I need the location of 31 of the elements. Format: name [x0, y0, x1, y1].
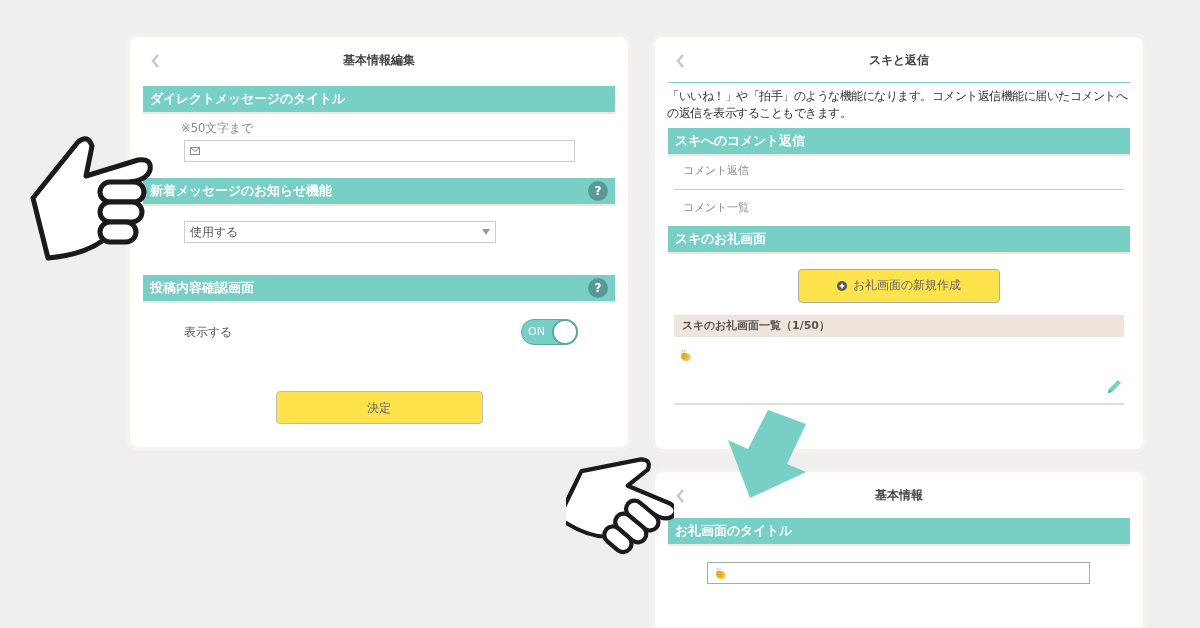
clapping-hands-icon [679, 349, 691, 361]
envelope-icon [190, 147, 200, 155]
plus-icon [837, 281, 847, 291]
screen-title: 基本情報 [875, 487, 923, 504]
section-header: 投稿内容確認画面 ? [143, 275, 615, 301]
screen-title: スキと返信 [869, 51, 929, 69]
list-heading: スキのお礼画面一覧（1/50） [674, 315, 1124, 337]
help-button[interactable]: ? [588, 278, 608, 298]
section-header: スキのお礼画面 [668, 226, 1130, 252]
back-icon[interactable] [676, 54, 685, 68]
description-text: 「いいね！」や「拍手」のような機能になります。コメント返信機能に届いたコメントへの返信を表示することもできます。 [667, 88, 1129, 122]
menu-link[interactable]: コメント返信 [674, 154, 1124, 190]
section-header: スキへのコメント返信 [668, 128, 1130, 154]
back-icon[interactable] [151, 54, 160, 68]
toggle-label: 表示する [184, 324, 232, 341]
create-button[interactable]: お礼画面の新規作成 [798, 269, 1000, 303]
select-dropdown[interactable]: 使用する [184, 221, 496, 243]
submit-button[interactable]: 決定 [275, 391, 483, 424]
text-input[interactable] [707, 562, 1090, 584]
section-header: 新着メッセージのお知らせ機能 ? [143, 178, 615, 204]
clapping-hands-icon [714, 567, 726, 579]
section-header: ダイレクトメッセージのタイトル [143, 86, 615, 112]
screen-title: 基本情報編集 [343, 52, 415, 69]
dropdown-caret-icon [482, 229, 490, 235]
pencil-icon[interactable] [1106, 379, 1122, 395]
menu-link[interactable]: コメント一覧 [674, 190, 1124, 226]
section-header: お礼画面のタイトル [668, 518, 1130, 544]
text-input[interactable] [184, 140, 575, 162]
back-icon[interactable] [676, 489, 685, 503]
hint-text: ※50文字まで [181, 121, 255, 135]
help-button[interactable]: ? [588, 181, 608, 201]
